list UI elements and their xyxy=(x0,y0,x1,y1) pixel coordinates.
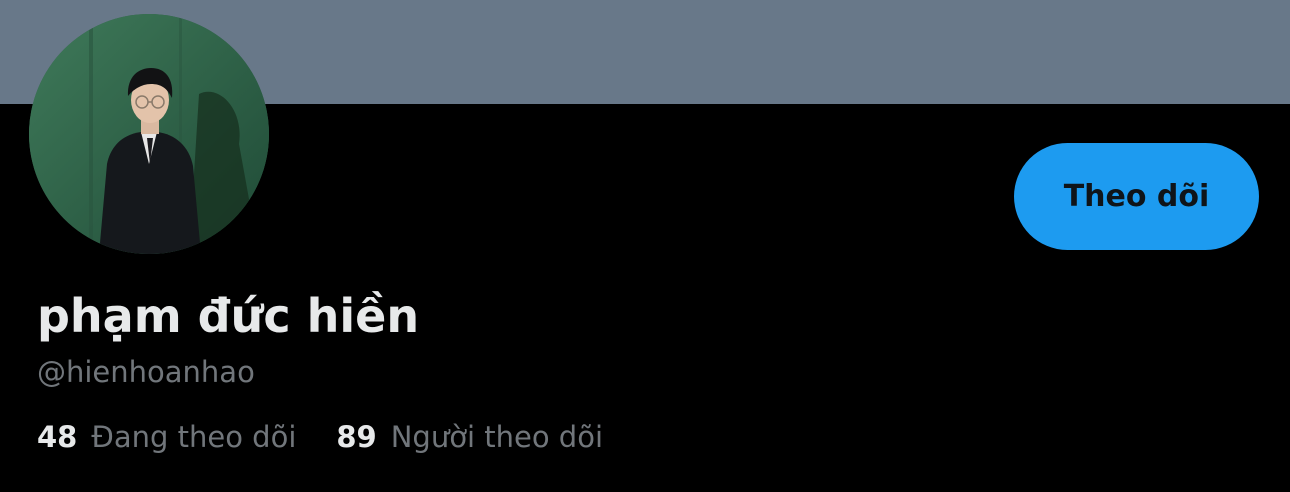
avatar[interactable] xyxy=(29,14,269,254)
user-handle: @hienhoanhao xyxy=(37,355,255,389)
following-link[interactable]: 48 Đang theo dõi xyxy=(37,417,296,457)
following-count: 48 xyxy=(37,420,78,454)
follow-button[interactable]: Theo dõi xyxy=(1014,143,1259,250)
followers-link[interactable]: 89 Người theo dõi xyxy=(336,417,603,457)
followers-label: Người theo dõi xyxy=(390,420,603,454)
following-label: Đang theo dõi xyxy=(91,420,297,454)
profile-header: Theo dõi phạm đức hiền @hienhoanhao 48 Đ… xyxy=(0,0,1290,492)
follow-stats: 48 Đang theo dõi 89 Người theo dõi xyxy=(37,417,603,457)
followers-count: 89 xyxy=(336,420,377,454)
display-name: phạm đức hiền xyxy=(37,289,420,343)
